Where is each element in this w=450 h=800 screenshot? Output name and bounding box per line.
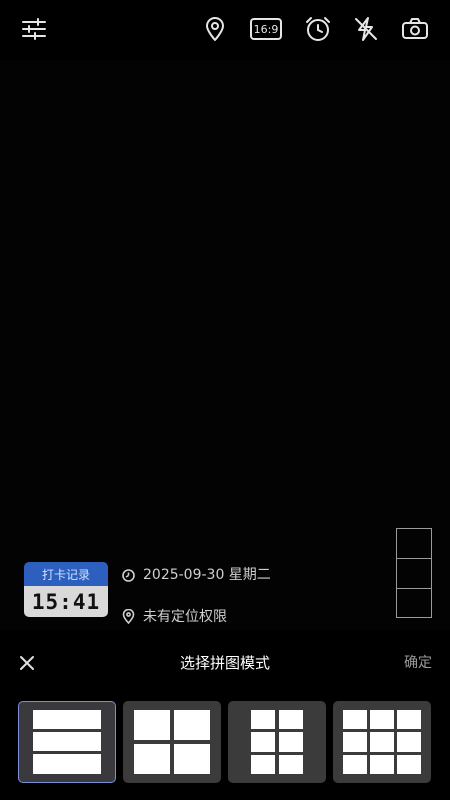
date-text: 2025-09-30 星期二 — [143, 567, 271, 583]
preview-cell — [397, 589, 431, 619]
location-line: 未有定位权限 — [122, 606, 227, 626]
preview-cell — [397, 559, 431, 589]
collage-preview — [396, 528, 432, 618]
timer-icon[interactable] — [303, 14, 333, 44]
aspect-ratio-label: 16:9 — [250, 18, 282, 40]
checkin-stamp: 打卡记录 15:41 — [24, 562, 108, 617]
mode-grid-3x3[interactable] — [333, 701, 431, 783]
layout-2x3-icon — [251, 710, 303, 774]
location-small-icon — [122, 609, 135, 624]
flash-off-icon[interactable] — [351, 14, 381, 44]
location-pin-icon[interactable] — [200, 14, 230, 44]
mode-grid-2x3[interactable] — [228, 701, 326, 783]
collage-mode-list — [18, 701, 432, 785]
collage-sheet-header: 选择拼图模式 确定 — [0, 640, 450, 686]
layout-2x2-icon — [134, 710, 210, 774]
aspect-ratio-icon[interactable]: 16:9 — [249, 14, 283, 44]
mode-rows-3[interactable] — [18, 701, 116, 783]
date-line: 2025-09-30 星期二 — [122, 566, 293, 584]
camera-toolbar: 16:9 — [0, 0, 450, 60]
clock-icon — [122, 569, 135, 582]
location-text: 未有定位权限 — [143, 609, 227, 625]
stamp-time: 15:41 — [24, 586, 108, 617]
settings-sliders-icon[interactable] — [19, 14, 49, 44]
camera-viewfinder[interactable] — [0, 60, 450, 630]
switch-camera-icon[interactable] — [400, 14, 430, 44]
sheet-title: 选择拼图模式 — [179, 654, 270, 672]
mode-grid-2x2[interactable] — [123, 701, 221, 783]
layout-3x3-icon — [343, 710, 421, 774]
stamp-title: 打卡记录 — [24, 562, 108, 586]
layout-three-rows-icon — [33, 710, 101, 774]
confirm-button[interactable]: 确定 — [404, 652, 432, 672]
preview-cell — [397, 529, 431, 559]
